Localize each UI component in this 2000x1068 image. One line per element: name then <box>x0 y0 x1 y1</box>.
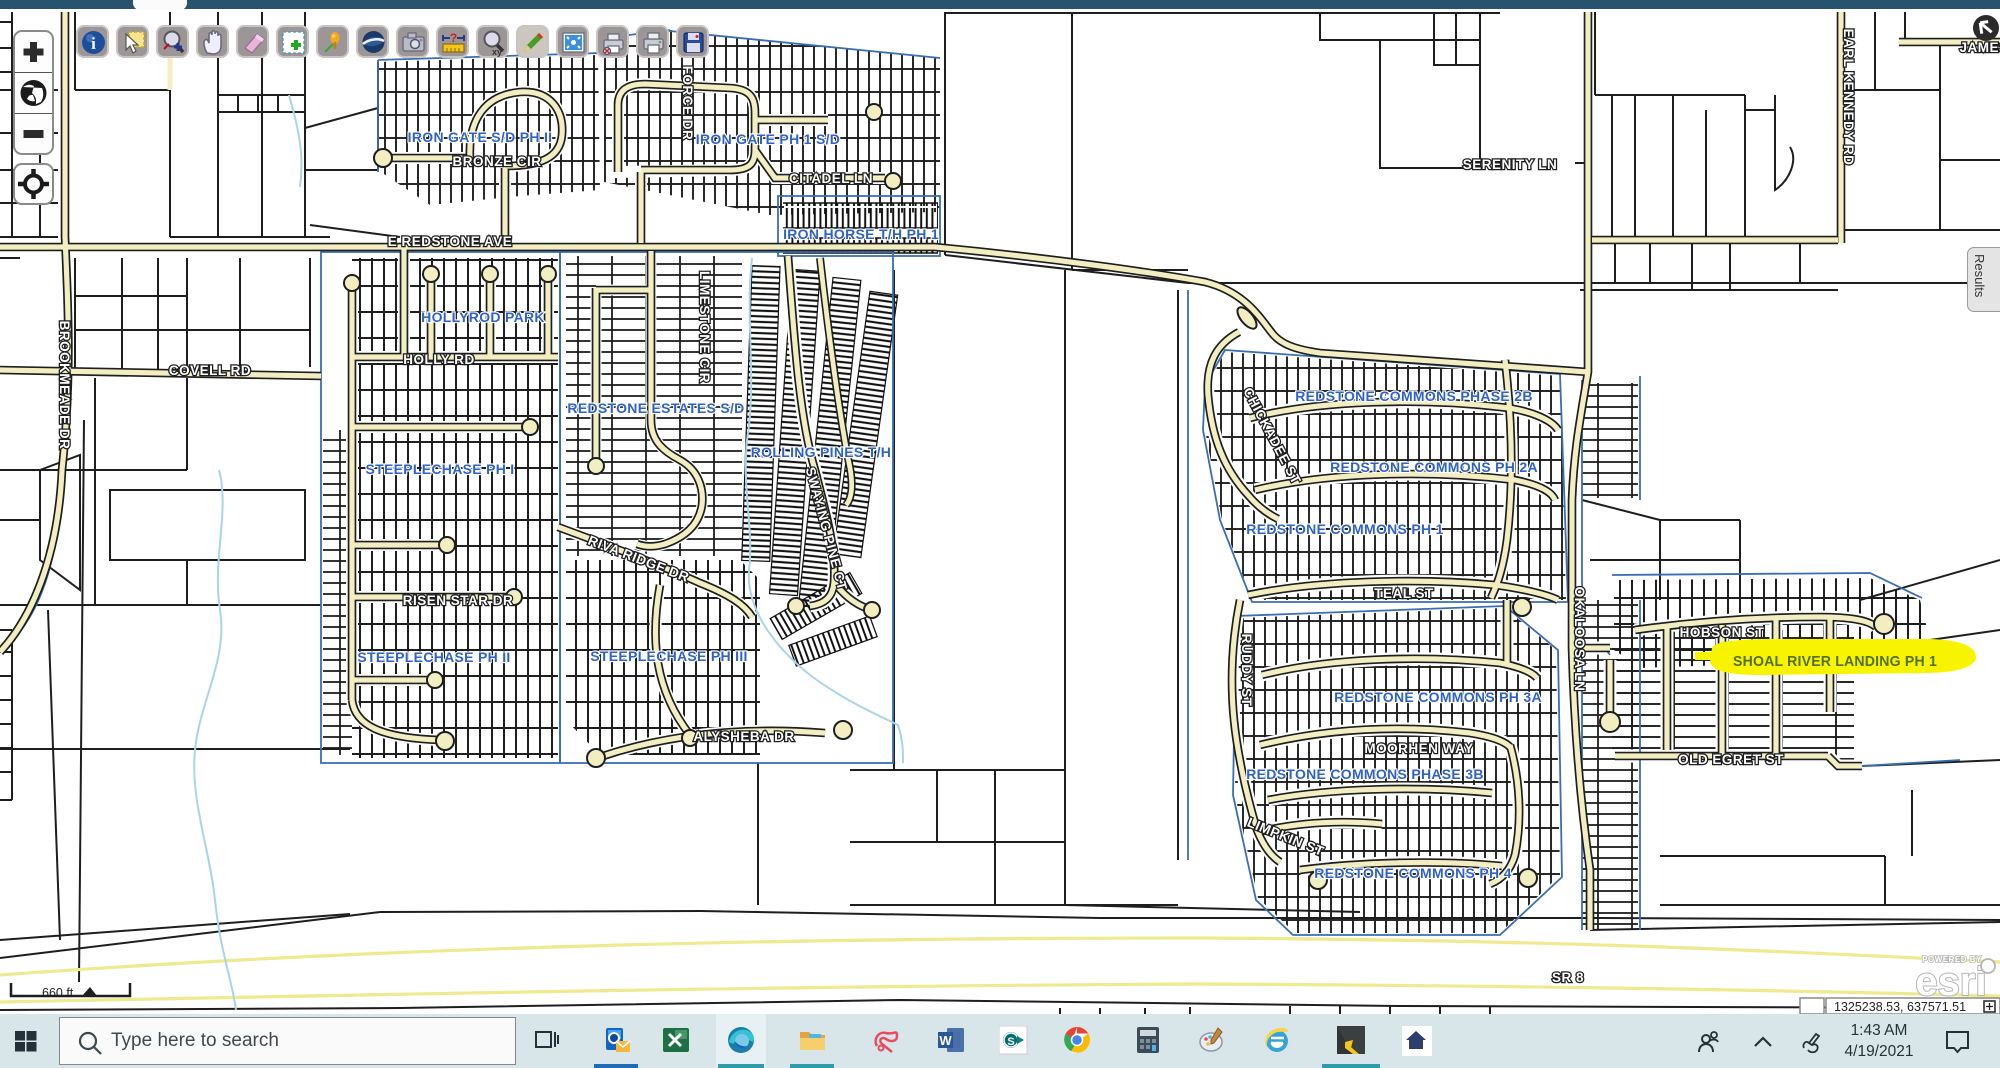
svg-text:REDSTONE COMMONS PH 3A: REDSTONE COMMONS PH 3A <box>1334 689 1542 705</box>
svg-text:REDSTONE COMMONS PHASE 3B: REDSTONE COMMONS PHASE 3B <box>1246 766 1484 782</box>
svg-text:LIMESTONE CIR: LIMESTONE CIR <box>697 271 712 383</box>
svg-text:REDSTONE COMMONS PH 1: REDSTONE COMMONS PH 1 <box>1246 521 1443 537</box>
svg-text:IRON HORSE T/H PH 1: IRON HORSE T/H PH 1 <box>783 226 939 242</box>
svg-text:TEAL ST: TEAL ST <box>1374 586 1434 601</box>
svg-text:xy: xy <box>492 47 502 57</box>
svg-text:REDSTONE COMMONS PH 4: REDSTONE COMMONS PH 4 <box>1314 865 1511 881</box>
svg-text:E REDSTONE AVE: E REDSTONE AVE <box>388 234 513 249</box>
svg-text:STEEPLECHASE PH I: STEEPLECHASE PH I <box>365 461 514 477</box>
svg-text:COVELL RD: COVELL RD <box>169 363 251 378</box>
svg-text:CITADEL LN: CITADEL LN <box>789 171 873 186</box>
svg-text:i: i <box>91 34 96 53</box>
svg-text:SR 8: SR 8 <box>1552 970 1584 985</box>
svg-text:IRON GATE S/D PH II: IRON GATE S/D PH II <box>408 129 553 145</box>
svg-text:FORCE DR: FORCE DR <box>680 66 695 141</box>
svg-text:HOLLY RD: HOLLY RD <box>403 352 475 367</box>
svg-text:?: ? <box>450 31 457 45</box>
svg-text:REDSTONE COMMONS PHASE 2B: REDSTONE COMMONS PHASE 2B <box>1295 388 1533 404</box>
svg-text:OKALOOSA LN: OKALOOSA LN <box>1572 587 1587 692</box>
svg-text:RUDDY ST: RUDDY ST <box>1239 634 1254 707</box>
svg-text:S: S <box>1007 1036 1014 1048</box>
svg-text:STEEPLECHASE PH III: STEEPLECHASE PH III <box>590 648 747 664</box>
svg-text:660 ft: 660 ft <box>42 986 74 1000</box>
svg-text:SHOAL RIVER LANDING PH 1: SHOAL RIVER LANDING PH 1 <box>1733 653 1937 670</box>
svg-text:OLD EGRET ST: OLD EGRET ST <box>1678 752 1784 767</box>
svg-text:REDSTONE ESTATES S/D: REDSTONE ESTATES S/D <box>567 400 744 416</box>
svg-text:HOBSON ST: HOBSON ST <box>1680 625 1765 640</box>
svg-text:REDSTONE COMMONS PH 2A: REDSTONE COMMONS PH 2A <box>1330 459 1538 475</box>
svg-text:MOORHEN WAY: MOORHEN WAY <box>1364 741 1473 756</box>
svg-text:EARL KENNEDY RD: EARL KENNEDY RD <box>1841 29 1856 166</box>
svg-text:1325238.53, 637571.51: 1325238.53, 637571.51 <box>1834 1000 1966 1014</box>
svg-text:ROLLING PINES T/H: ROLLING PINES T/H <box>751 444 891 460</box>
svg-text:HOLLYROD PARK: HOLLYROD PARK <box>421 309 545 325</box>
svg-text:BRONZE CIR: BRONZE CIR <box>453 154 542 169</box>
svg-text:W: W <box>939 1033 952 1048</box>
svg-text:ALYSHEBA DR: ALYSHEBA DR <box>693 729 794 744</box>
svg-text:STEEPLECHASE PH II: STEEPLECHASE PH II <box>357 649 510 665</box>
svg-text:RISEN STAR DR: RISEN STAR DR <box>403 593 514 608</box>
svg-text:JAMES: JAMES <box>1959 40 2000 55</box>
svg-text:SERENITY LN: SERENITY LN <box>1463 157 1558 172</box>
svg-text:IRON GATE PH 1 S/D: IRON GATE PH 1 S/D <box>696 131 840 147</box>
svg-text:BROOKMEADE DR: BROOKMEADE DR <box>57 321 72 450</box>
